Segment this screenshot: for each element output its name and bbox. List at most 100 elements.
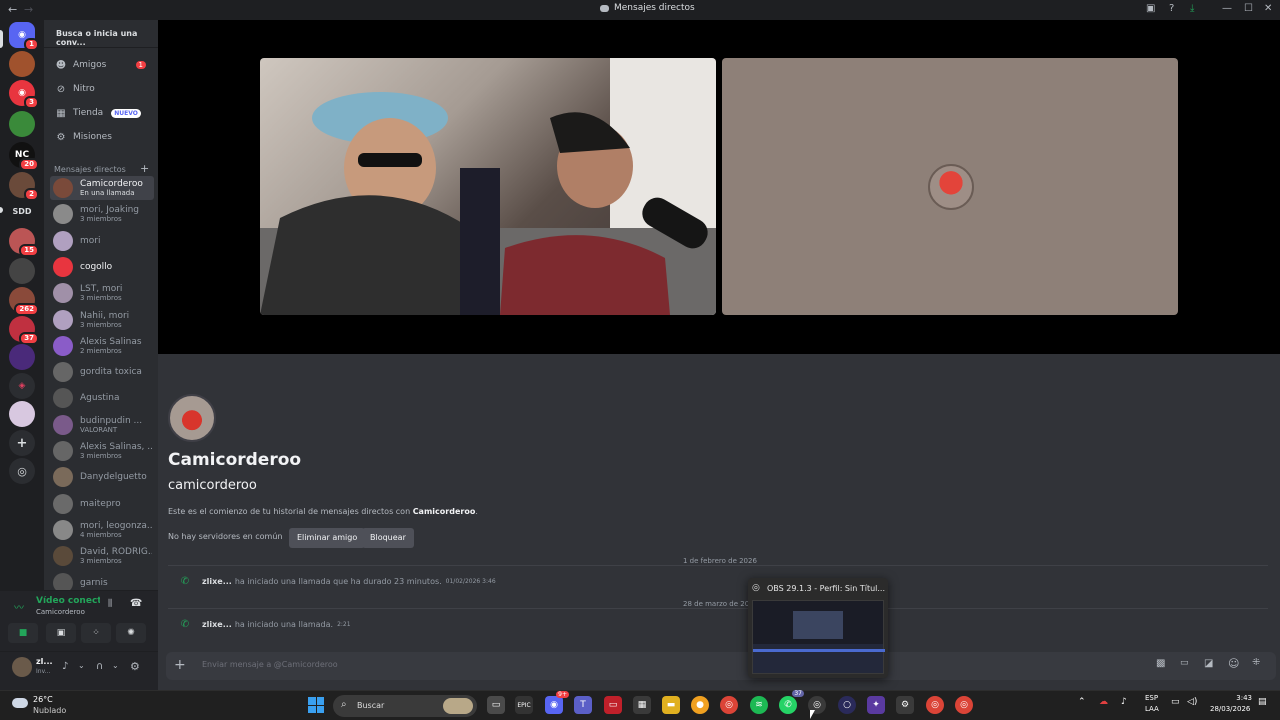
inbox-icon[interactable]: ▣ xyxy=(1146,3,1155,14)
app-purple-icon[interactable]: ✦ xyxy=(867,696,885,714)
discover-icon[interactable]: ◎ xyxy=(9,458,35,484)
voice-channel[interactable]: Camicorderoo xyxy=(36,608,85,616)
apps-icon[interactable]: ⁜ xyxy=(1252,657,1260,668)
gif-icon[interactable]: ▭ xyxy=(1180,658,1189,668)
maximize-button[interactable]: ☐ xyxy=(1244,3,1253,14)
server-2[interactable]: ◉ 3 xyxy=(9,80,39,109)
call-user[interactable]: zlixe... xyxy=(202,577,232,586)
add-attachment-icon[interactable]: + xyxy=(174,657,186,673)
dm-item[interactable]: Danydelguetto xyxy=(50,465,154,489)
notifications-icon[interactable]: ▤ xyxy=(1258,697,1267,707)
server-nc[interactable]: NC 20 xyxy=(9,142,39,171)
settings-icon[interactable]: ⚙ xyxy=(896,696,914,714)
video-tile-self[interactable] xyxy=(722,58,1178,315)
block-button[interactable]: Bloquear xyxy=(362,528,414,548)
gift-icon[interactable]: ▩ xyxy=(1156,658,1165,669)
server-3[interactable] xyxy=(9,111,35,137)
disconnect-icon[interactable]: ☎ xyxy=(130,598,142,609)
server-8[interactable] xyxy=(9,258,35,284)
dm-item[interactable]: Agustina xyxy=(50,386,154,410)
server-10[interactable]: 37 xyxy=(9,316,39,345)
mic-icon[interactable]: ♪ xyxy=(1121,697,1127,707)
dm-item[interactable]: budinpudin ... VALORANT xyxy=(50,413,154,437)
camera-button[interactable]: ■ xyxy=(8,623,38,643)
server-sdd[interactable]: SDD xyxy=(9,198,35,224)
video-tile-remote[interactable] xyxy=(260,58,716,315)
emoji-icon[interactable]: ☺ xyxy=(1228,657,1239,670)
dm-item[interactable]: LST, mori 3 miembros xyxy=(50,281,154,305)
nav-friends[interactable]: ☻ Amigos 1 xyxy=(54,55,152,75)
call-user[interactable]: zlixe... xyxy=(202,620,232,629)
chrome-icon[interactable]: ◎ xyxy=(720,696,738,714)
network-icon[interactable]: ▭ xyxy=(1171,697,1180,707)
search-input[interactable]: Busca o inicia una conv... xyxy=(50,24,152,47)
back-icon[interactable]: ← xyxy=(8,3,17,16)
dm-item[interactable]: maitepro xyxy=(50,492,154,516)
dm-item[interactable]: Alexis Salinas, ... 3 miembros xyxy=(50,439,154,463)
nav-nitro[interactable]: ⊘ Nitro xyxy=(54,79,152,99)
server-11[interactable] xyxy=(9,344,35,370)
file-explorer-icon[interactable]: ▬ xyxy=(662,696,680,714)
dm-item[interactable]: mori, leogonza... 4 miembros xyxy=(50,518,154,542)
headset-icon[interactable]: ∩ xyxy=(96,661,103,672)
chevron-down-icon[interactable]: ⌄ xyxy=(112,661,119,670)
dm-item[interactable]: gordita toxica xyxy=(50,360,154,384)
dm-item[interactable]: mori xyxy=(50,229,154,253)
language-indicator[interactable]: ESP xyxy=(1145,694,1158,702)
close-button[interactable]: ✕ xyxy=(1264,3,1272,14)
discord-taskbar-icon[interactable]: ◉ 9+ xyxy=(545,691,569,714)
dm-item[interactable]: cogollo xyxy=(50,255,154,279)
clock-time[interactable]: 3:43 xyxy=(1226,694,1252,702)
nav-quests[interactable]: ⚙ Misiones xyxy=(54,127,152,147)
app-circle-icon[interactable]: ○ xyxy=(838,696,856,714)
sticker-icon[interactable]: ◪ xyxy=(1204,658,1213,669)
message-input[interactable]: Enviar mensaje a @Camicorderoo xyxy=(202,660,338,669)
activities-button[interactable]: ⁘ xyxy=(81,623,111,643)
avatar[interactable] xyxy=(12,657,32,677)
task-view-icon[interactable]: ▭ xyxy=(487,696,505,714)
server-7[interactable]: 15 xyxy=(9,228,39,257)
chrome-icon[interactable]: ◎ xyxy=(955,696,973,714)
server-5[interactable]: 2 xyxy=(9,172,39,201)
remove-friend-button[interactable]: Eliminar amigo xyxy=(289,528,366,548)
volume-icon[interactable]: ◁) xyxy=(1187,697,1197,707)
dm-item[interactable]: mori, Joaking 3 miembros xyxy=(50,202,154,226)
dm-item[interactable]: Alexis Salinas 2 miembros xyxy=(50,334,154,358)
noise-icon[interactable]: ⫼ xyxy=(108,599,112,609)
taskbar-search[interactable]: ⌕ Buscar xyxy=(333,695,477,717)
settings-icon[interactable]: ⚙ xyxy=(130,660,140,673)
add-server-icon[interactable]: + xyxy=(9,430,35,456)
app-red-icon[interactable]: ▭ xyxy=(604,696,622,714)
create-dm-icon[interactable]: + xyxy=(140,162,149,175)
spotify-icon[interactable]: ≋ xyxy=(750,696,768,714)
soundboard-button[interactable]: ✺ xyxy=(116,623,146,643)
download-update-icon[interactable]: ⤓ xyxy=(1190,3,1194,14)
server-12[interactable]: ◈ xyxy=(9,373,35,399)
home-discord-icon[interactable]: ◉ 1 xyxy=(9,22,39,51)
nav-shop[interactable]: ▦ Tienda NUEVO xyxy=(54,103,152,123)
dm-item[interactable]: Camicorderoo En una llamada xyxy=(50,176,154,200)
tray-app-icon[interactable]: ☁ xyxy=(1099,697,1108,707)
browser-orange-icon[interactable]: ● xyxy=(691,696,709,714)
forward-icon[interactable]: → xyxy=(24,3,33,16)
help-icon[interactable]: ? xyxy=(1169,3,1174,14)
epic-games-icon[interactable]: EPIC xyxy=(515,696,533,714)
teams-icon[interactable]: T xyxy=(574,696,592,714)
minimize-button[interactable]: — xyxy=(1222,3,1232,14)
chrome-icon[interactable]: ◎ xyxy=(926,696,944,714)
screen-share-button[interactable]: ▣ xyxy=(46,623,76,643)
server-1[interactable] xyxy=(9,51,35,77)
server-13[interactable] xyxy=(9,401,35,427)
taskbar-preview[interactable]: ◎ OBS 29.1.3 - Perfil: Sin Títul... xyxy=(748,578,888,678)
chevron-up-icon[interactable]: ⌃ xyxy=(1078,697,1086,707)
whatsapp-icon[interactable]: ✆ 37 xyxy=(779,690,804,714)
chevron-down-icon[interactable]: ⌄ xyxy=(78,661,85,670)
mic-icon[interactable]: ♪ xyxy=(62,661,68,672)
server-9[interactable]: 262 xyxy=(9,287,39,316)
avatar[interactable] xyxy=(168,394,216,442)
windows-start-icon[interactable] xyxy=(308,697,324,713)
message-composer[interactable]: + Enviar mensaje a @Camicorderoo ▩ ▭ ◪ ☺… xyxy=(166,652,1276,680)
store-icon[interactable]: ▦ xyxy=(633,696,651,714)
dm-item[interactable]: Nahii, mori 3 miembros xyxy=(50,308,154,332)
weather-temp[interactable]: 26°C xyxy=(33,695,53,704)
